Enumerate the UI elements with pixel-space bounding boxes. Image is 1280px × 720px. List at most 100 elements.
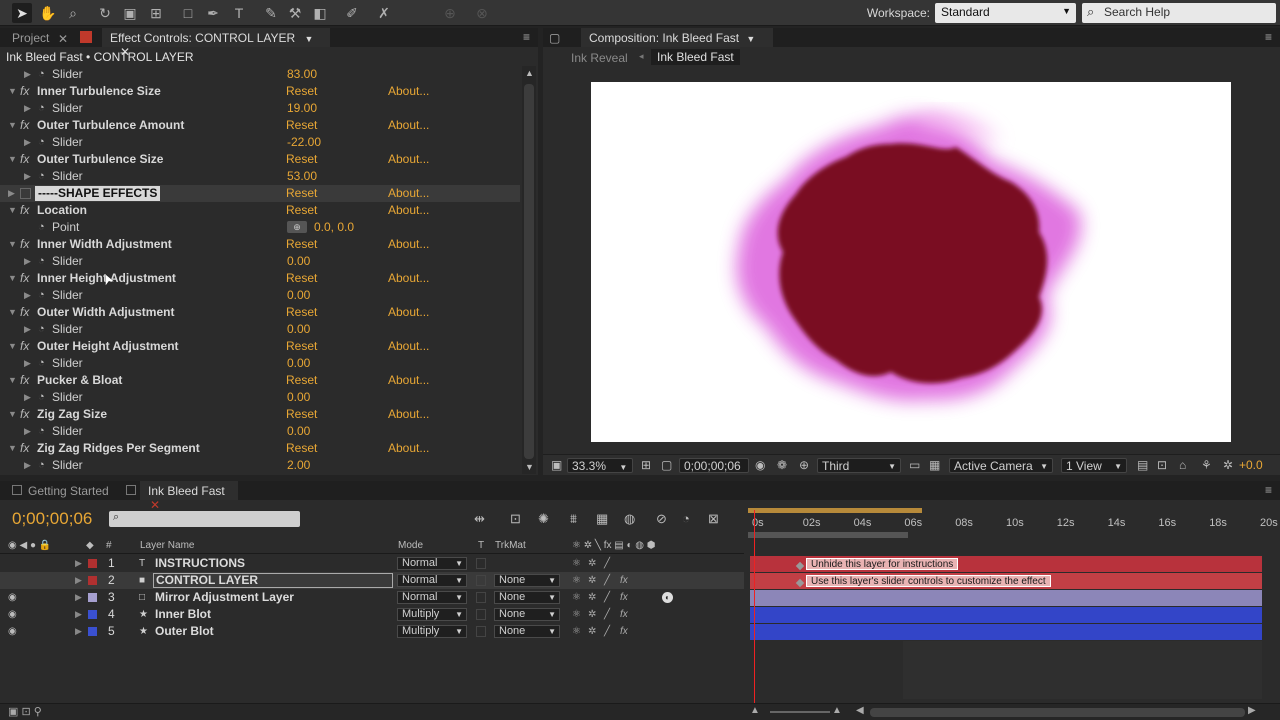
reset-link[interactable]: Reset [286,304,317,321]
fx-toggle-icon[interactable]: fx [20,83,29,100]
effects-switch-icon[interactable]: fx [620,623,628,640]
layer-duration-bar[interactable] [750,607,1262,623]
scroll-down-icon[interactable]: ▼ [525,462,534,472]
layer-row[interactable]: ◉ ▶ 3 □ Mirror Adjustment Layer Normal ▼ None ▼ ⚛… [0,589,744,606]
zoom-out-icon[interactable]: ▲ [750,705,760,716]
expand-triangle-icon[interactable]: ▶ [24,253,31,270]
expand-triangle-icon[interactable]: ▶ [24,389,31,406]
roto-brush-tool-icon[interactable]: ✐ [342,3,362,23]
current-time-indicator[interactable] [754,510,755,712]
fx-toggle-icon[interactable]: fx [20,338,29,355]
layer-name-header[interactable]: Layer Name [140,540,194,551]
collapse-switch-icon[interactable]: ✲ [588,589,596,606]
stopwatch-icon[interactable]: ◔ [38,134,45,151]
property-value[interactable]: -22.00 [287,134,321,151]
expand-triangle-icon[interactable]: ▼ [8,270,17,287]
pen-tool-icon[interactable]: ✒ [203,3,223,23]
trkmat-dropdown[interactable]: None ▼ [494,625,560,638]
stopwatch-icon[interactable]: ◔ [38,355,45,372]
collapse-switch-icon[interactable]: ✲ [588,623,596,640]
stopwatch-icon[interactable]: ◔ [38,457,45,474]
eye-visibility-icon[interactable]: ◉ [8,606,17,623]
layer-row[interactable]: ◉ ▶ 4 ★ Inner Blot Multiply ▼ None ▼ ⚛ ✲ ╱ fx [0,606,744,623]
about-link[interactable]: About... [388,117,429,134]
scroll-right-icon[interactable]: ▶ [1248,705,1256,716]
tab-project[interactable]: Project [4,28,57,47]
zoom-in-icon[interactable]: ▲ [832,705,842,716]
auto-keyframe-icon[interactable]: ⊘ [656,511,667,527]
fx-toggle-icon[interactable]: fx [20,236,29,253]
scroll-up-icon[interactable]: ▲ [525,68,534,78]
frame-blending-icon[interactable]: ⩩ [570,511,577,527]
expand-triangle-icon[interactable]: ▼ [8,117,17,134]
stopwatch-icon[interactable]: ◔ [38,168,45,185]
trkmat-dropdown[interactable]: None ▼ [494,591,560,604]
tab-composition[interactable]: Composition: Ink Bleed Fast ▼ ✕ [581,28,773,59]
fx-toggle-icon[interactable]: fx [20,406,29,423]
composition-mini-flowchart-icon[interactable]: ⇹ [474,511,485,527]
expand-triangle-icon[interactable]: ▶ [24,168,31,185]
resolution-dropdown[interactable]: Third ▼ [817,458,901,473]
layer-name[interactable]: Outer Blot [155,623,214,640]
text-tool-icon[interactable]: T [229,3,249,23]
reset-exposure-icon[interactable]: ✲ [1223,458,1233,473]
work-area-bar[interactable] [748,508,922,513]
layer-duration-bar[interactable] [750,590,1262,606]
expand-triangle-icon[interactable]: ▼ [8,151,17,168]
expand-triangle-icon[interactable]: ▶ [75,606,82,623]
label-color-swatch[interactable] [88,593,97,602]
reset-link[interactable]: Reset [286,83,317,100]
property-value[interactable]: 0.0, 0.0 [314,219,354,236]
property-value[interactable]: 83.00 [287,66,317,83]
region-of-interest-icon[interactable]: ▭ [909,458,920,473]
expand-triangle-icon[interactable]: ▼ [8,202,17,219]
property-value[interactable]: 53.00 [287,168,317,185]
stopwatch-icon[interactable]: ◔ [38,253,45,270]
preserve-transparency-checkbox[interactable] [476,626,486,637]
zoom-tool-icon[interactable]: ⌕ [63,3,83,23]
workspace-dropdown[interactable]: Standard ▼ [935,3,1076,23]
expand-triangle-icon[interactable]: ▶ [24,287,31,304]
about-link[interactable]: About... [388,202,429,219]
world-axis-icon[interactable]: ⊗ [472,3,492,23]
safe-zones-icon[interactable]: ⊞ [641,458,651,473]
hand-tool-icon[interactable]: ✋ [38,3,58,23]
layer-duration-bar[interactable]: Use this layer's slider controls to cust… [750,573,1262,589]
preserve-transparency-checkbox[interactable] [476,592,486,603]
reset-link[interactable]: Reset [286,372,317,389]
blend-mode-dropdown[interactable]: Multiply ▼ [397,608,467,621]
quality-switch-icon[interactable]: ╱ [604,623,610,640]
panel-menu-icon[interactable]: ≡ [523,30,530,44]
timeline-current-time[interactable]: 0;00;00;06 [12,509,92,529]
composition-viewer[interactable] [591,82,1231,442]
mask-visibility-icon[interactable]: ▢ [661,458,672,473]
current-time-display[interactable]: 0;00;00;06 [679,458,749,473]
panel-menu-icon[interactable]: ≡ [1265,483,1272,497]
expand-triangle-icon[interactable]: ▼ [8,372,17,389]
toggle-pixel-aspect-icon[interactable]: ▤ [1137,458,1148,473]
graph-editor-icon[interactable]: ⊠ [708,511,719,527]
stopwatch-icon[interactable]: ◔ [38,321,45,338]
time-navigator[interactable] [748,532,908,538]
reset-link[interactable]: Reset [286,270,317,287]
stopwatch-icon[interactable]: ◔ [38,389,45,406]
layer-row[interactable]: ▶ 1 T INSTRUCTIONS Normal ▼ ⚛ ✲ ╱ [0,555,744,572]
expand-triangle-icon[interactable]: ▼ [8,338,17,355]
layer-row[interactable]: ▶ 2 ■ CONTROL LAYER Normal ▼ None ▼ ⚛ ✲ ╱ fx [0,572,744,589]
channel-icon[interactable]: ❁ [777,458,787,473]
collapse-switch-icon[interactable]: ✲ [588,555,596,572]
expand-triangle-icon[interactable]: ▶ [24,423,31,440]
layer-name[interactable]: Inner Blot [155,606,211,623]
reset-link[interactable]: Reset [286,440,317,457]
tab-effect-controls[interactable]: Effect Controls: CONTROL LAYER ▼ ✕ [102,28,330,59]
property-value[interactable]: 0.00 [287,253,310,270]
transparency-grid-icon[interactable]: ▦ [929,458,940,473]
about-link[interactable]: About... [388,440,429,457]
expand-triangle-icon[interactable]: ▶ [24,355,31,372]
expand-triangle-icon[interactable]: ▼ [8,236,17,253]
effect-list-scrollbar[interactable]: ▲ ▼ [522,66,536,474]
property-value[interactable]: 0.00 [287,355,310,372]
expand-triangle-icon[interactable]: ▶ [24,66,31,83]
camera-view-dropdown[interactable]: Active Camera ▼ [949,458,1053,473]
expand-triangle-icon[interactable]: ▼ [8,406,17,423]
